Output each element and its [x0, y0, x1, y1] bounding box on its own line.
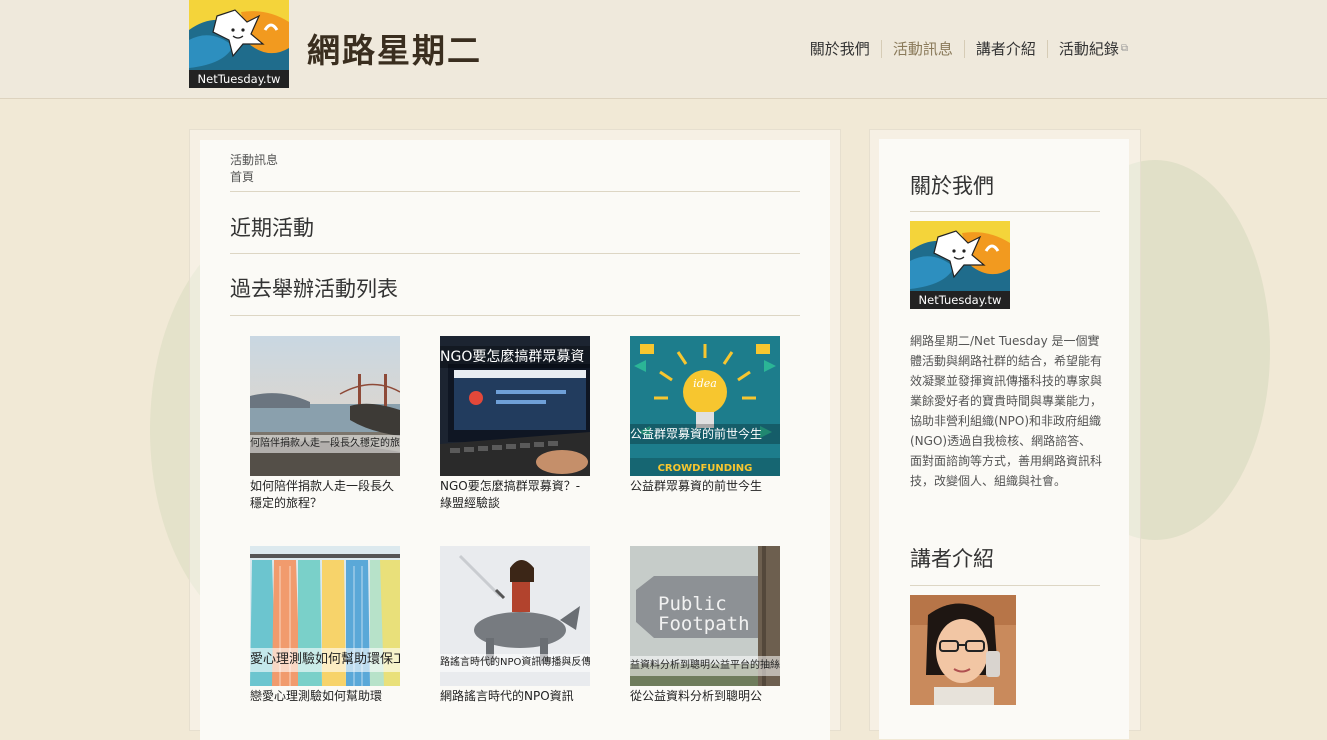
breadcrumb-current: 活動訊息: [230, 153, 279, 167]
main-panel: 活動訊息 首頁 近期活動 過去舉辦活動列表 何陪伴捐款人走一段長久穩定的旅 如何…: [189, 129, 841, 740]
about-text: 網路星期二/Net Tuesday 是一個實體活動與網路社群的結合，希望能有效凝…: [910, 334, 1103, 488]
site-header: NetTuesday.tw 網路星期二 關於我們 活動訊息 講者介紹 活動紀錄 ⧉: [0, 0, 1327, 99]
sign-text: Public: [658, 593, 727, 615]
past-events-heading: 過去舉辦活動列表: [230, 277, 398, 301]
event-card[interactable]: NGO要怎麼搞群眾募資 NGO要怎麼搞群眾募資？- 綠盟經驗談: [440, 336, 592, 512]
divider: [230, 253, 800, 254]
thumbnail-caption: 何陪伴捐款人走一段長久穩定的旅: [250, 435, 400, 453]
recent-events-heading: 近期活動: [230, 216, 314, 240]
event-thumbnail[interactable]: 路謠言時代的NPO資訊傳播與反傳: [440, 546, 590, 686]
divider: [910, 585, 1100, 586]
site-title[interactable]: 網路星期二: [307, 24, 482, 72]
event-thumbnail[interactable]: 愛心理測驗如何幫助環保工作: [250, 546, 400, 686]
nav-about[interactable]: 關於我們: [799, 40, 881, 58]
breadcrumb: 活動訊息 首頁: [230, 152, 278, 186]
nav-events[interactable]: 活動訊息: [880, 40, 964, 58]
sidebar: 關於我們 NetTuesday.tw 網路星期二/Net Tuesday 是一個…: [869, 129, 1141, 739]
external-link-icon: ⧉: [1120, 43, 1128, 54]
nav-records[interactable]: 活動紀錄 ⧉: [1046, 40, 1139, 58]
logo-text: NetTuesday.tw: [198, 72, 281, 86]
speakers-heading: 講者介紹: [910, 547, 994, 571]
main-content: 活動訊息 首頁 近期活動 過去舉辦活動列表 何陪伴捐款人走一段長久穩定的旅 如何…: [200, 140, 830, 740]
event-title[interactable]: 公益群眾募資的前世今生: [630, 478, 782, 495]
event-thumbnail[interactable]: Public Footpath 益資料分析到聰明公益平台的抽絲剝: [630, 546, 780, 686]
sidebar-content: 關於我們 NetTuesday.tw 網路星期二/Net Tuesday 是一個…: [879, 139, 1129, 739]
nav-records-label: 活動紀錄: [1058, 40, 1119, 58]
sign-text: Footpath: [658, 613, 750, 635]
event-title[interactable]: 如何陪伴捐款人走一段長久穩定的旅程？: [250, 478, 402, 512]
crowdfunding-text: CROWDFUNDING: [658, 463, 753, 474]
event-thumbnail[interactable]: 何陪伴捐款人走一段長久穩定的旅: [250, 336, 400, 476]
bulb-text: idea: [693, 377, 717, 390]
sidebar-logo[interactable]: NetTuesday.tw: [910, 221, 1010, 309]
event-thumbnail[interactable]: NGO要怎麼搞群眾募資: [440, 336, 590, 476]
event-title[interactable]: NGO要怎麼搞群眾募資？- 綠盟經驗談: [440, 478, 592, 512]
thumbnail-caption: NGO要怎麼搞群眾募資: [440, 346, 590, 368]
logo-text: NetTuesday.tw: [919, 293, 1002, 307]
divider: [230, 191, 800, 192]
event-card[interactable]: 何陪伴捐款人走一段長久穩定的旅 如何陪伴捐款人走一段長久穩定的旅程？: [250, 336, 402, 512]
event-card[interactable]: 愛心理測驗如何幫助環保工作 戀愛心理測驗如何幫助環: [250, 546, 402, 705]
divider: [230, 315, 800, 316]
event-thumbnail[interactable]: idea CROWDFUNDING 公益群眾募資的前世今生: [630, 336, 780, 476]
event-card[interactable]: idea CROWDFUNDING 公益群眾募資的前世今生 公益群眾募資的前世今…: [630, 336, 782, 495]
thumbnail-caption: 益資料分析到聰明公益平台的抽絲剝: [630, 656, 780, 676]
event-title[interactable]: 戀愛心理測驗如何幫助環: [250, 688, 402, 705]
thumbnail-caption: 公益群眾募資的前世今生: [630, 424, 780, 444]
breadcrumb-home[interactable]: 首頁: [230, 169, 278, 186]
speaker-photo[interactable]: [910, 595, 1016, 705]
event-card[interactable]: 路謠言時代的NPO資訊傳播與反傳 網路謠言時代的NPO資訊: [440, 546, 592, 705]
nav-speakers[interactable]: 講者介紹: [963, 40, 1047, 58]
about-heading: 關於我們: [910, 174, 994, 198]
thumbnail-caption: 愛心理測驗如何幫助環保工作: [250, 648, 400, 672]
thumbnail-caption: 路謠言時代的NPO資訊傳播與反傳: [440, 654, 590, 672]
event-title[interactable]: 從公益資料分析到聰明公: [630, 688, 782, 705]
main-nav: 關於我們 活動訊息 講者介紹 活動紀錄 ⧉: [799, 40, 1139, 58]
event-card[interactable]: Public Footpath 益資料分析到聰明公益平台的抽絲剝 從公益資料分析…: [630, 546, 782, 705]
divider: [910, 211, 1100, 212]
site-logo[interactable]: NetTuesday.tw: [189, 0, 289, 88]
event-title[interactable]: 網路謠言時代的NPO資訊: [440, 688, 592, 705]
